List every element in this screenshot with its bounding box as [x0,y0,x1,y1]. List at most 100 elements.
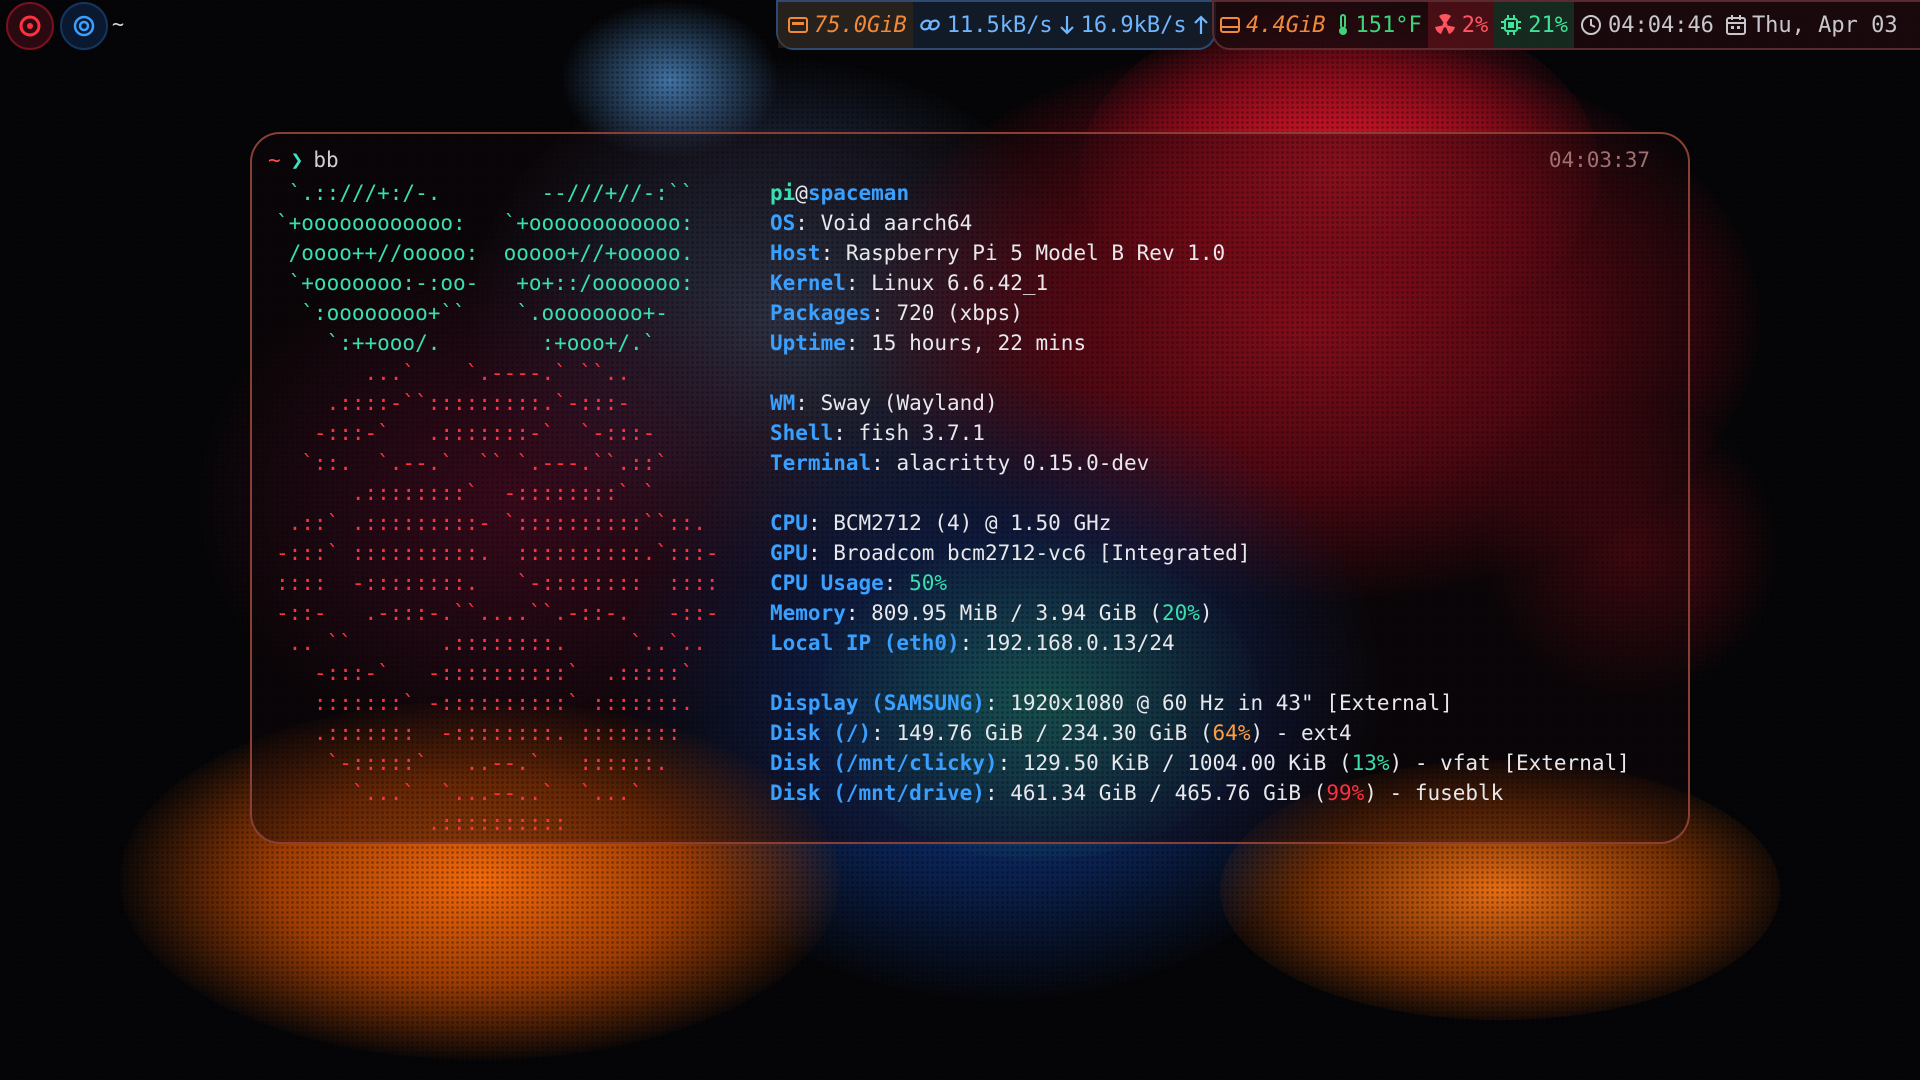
info-value-tail: ) - fuseblk [1364,781,1504,805]
info-key: Display (SAMSUNG) [770,691,985,715]
info-row-disk-root: Disk (/): 149.76 GiB / 234.30 GiB (64%) … [770,721,1352,745]
calendar-icon [1725,14,1746,36]
date-widget[interactable]: Thu, Apr 03 [1720,2,1904,48]
info-value-tail: ) - vfat [External] [1389,751,1630,775]
ascii-logo-leaves: `.::///+:/-. --///+//-:`` `+oooooooooooo… [276,181,694,355]
cpu-chip-icon [1500,14,1522,36]
info-row-cpu: CPU: BCM2712 (4) @ 1.50 GHz [770,511,1112,535]
info-row-local-ip: Local IP (eth0): 192.168.0.13/24 [770,631,1175,655]
info-value-tail: ) - ext4 [1250,721,1352,745]
window-title: ~ [112,12,125,36]
info-value: 461.34 GiB / 465.76 GiB ( [1010,781,1327,805]
info-row-packages: Packages: 720 (xbps) [770,301,1023,325]
info-value: Linux 6.6.42_1 [871,271,1049,295]
info-percent: 13% [1351,751,1390,775]
info-key: Memory [770,601,846,625]
info-key: GPU [770,541,808,565]
clock-widget[interactable]: 04:04:46 [1574,2,1720,48]
download-arrow-icon [1059,14,1075,36]
clock-value: 04:04:46 [1607,12,1714,38]
info-key: Disk (/mnt/clicky) [770,751,998,775]
info-row-kernel: Kernel: Linux 6.6.42_1 [770,271,1049,295]
workspace-button-debian[interactable] [6,2,54,50]
info-value: 809.95 MiB / 3.94 GiB ( [871,601,1162,625]
info-value: 50% [909,571,948,595]
info-percent: 99% [1326,781,1365,805]
thermometer-icon [1337,14,1349,36]
terminal-window[interactable]: ~ ❯ bb 04:03:37 `.::///+:/-. --///+//-:`` … [250,132,1690,844]
info-row-os: OS: Void aarch64 [770,211,973,235]
info-value: Broadcom bcm2712-vc6 [Integrated] [833,541,1251,565]
info-percent: 20% [1161,601,1200,625]
disk-free-value: 75.0GiB [814,12,907,38]
radiation-icon [1434,14,1456,36]
info-key: Terminal [770,451,872,475]
info-row-wm: WM: Sway (Wayland) [770,391,998,415]
fetch-info: pi@spaceman OS: Void aarch64 Host: Raspb… [770,178,1630,808]
info-row-memory: Memory: 809.95 MiB / 3.94 GiB (20%) [770,601,1213,625]
info-value: 129.50 KiB / 1004.00 KiB ( [1022,751,1352,775]
info-value: 149.76 GiB / 234.30 GiB ( [896,721,1213,745]
info-user: pi [770,181,796,205]
status-bar: ~ 75.0GiB 11.5kB/s 16.9kB/s 4.4GiB 151°F… [0,0,1920,50]
net-up-value: 16.9kB/s [1080,12,1187,38]
system-stats-group: 75.0GiB 11.5kB/s 16.9kB/s [776,0,1216,50]
info-value: 192.168.0.13/24 [984,631,1175,655]
info-value: 15 hours, 22 mins [871,331,1087,355]
disk-free-widget[interactable]: 75.0GiB [778,2,913,48]
info-key: OS [770,211,796,235]
clock-icon [1580,14,1602,36]
memory-widget[interactable]: 4.4GiB [1214,2,1331,48]
info-key: Uptime [770,331,846,355]
info-key: Disk (/) [770,721,872,745]
info-row-display: Display (SAMSUNG): 1920x1080 @ 60 Hz in … [770,691,1453,715]
info-at: @ [795,181,808,205]
shell-prompt: ~ ❯ bb [268,148,339,172]
info-row-terminal: Terminal: alacritty 0.15.0-dev [770,451,1150,475]
workspace-button-chrome[interactable] [60,2,108,50]
prompt-timestamp: 04:03:37 [1548,148,1650,172]
info-row-shell: Shell: fish 3.7.1 [770,421,985,445]
info-row-uptime: Uptime: 15 hours, 22 mins [770,331,1087,355]
info-value: BCM2712 (4) @ 1.50 GHz [833,511,1112,535]
memory-value: 4.4GiB [1246,12,1326,38]
swap-value: 2% [1461,12,1489,38]
temperature-widget[interactable]: 151°F [1331,2,1427,48]
info-title: pi@spaceman [770,178,1630,208]
info-key: CPU Usage [770,571,884,595]
info-key: Packages [770,301,872,325]
date-value: Thu, Apr 03 [1751,12,1898,38]
chrome-icon [72,14,96,38]
info-value: 1920x1080 @ 60 Hz in 43" [External] [1010,691,1453,715]
swap-widget[interactable]: 2% [1427,2,1495,48]
info-key: WM [770,391,796,415]
distro-ascii-logo: `.::///+:/-. --///+//-:`` `+oooooooooooo… [276,178,719,838]
info-row-disk-drive: Disk (/mnt/drive): 461.34 GiB / 465.76 G… [770,781,1504,805]
info-value: 720 (xbps) [896,301,1023,325]
info-hostname: spaceman [807,181,910,205]
network-widget[interactable]: 11.5kB/s 16.9kB/s [913,2,1215,48]
cpu-widget[interactable]: 21% [1494,2,1574,48]
info-row-cpu-usage: CPU Usage: 50% [770,571,948,595]
info-key: CPU [770,511,808,535]
info-value: fish 3.7.1 [858,421,985,445]
info-value: Sway (Wayland) [820,391,998,415]
info-row-disk-clicky: Disk (/mnt/clicky): 129.50 KiB / 1004.00… [770,751,1630,775]
upload-arrow-icon [1193,14,1209,36]
info-value: Void aarch64 [820,211,973,235]
debian-icon [18,14,42,38]
system-stats-group-2: 4.4GiB 151°F 2% 21% 04:04:46 Thu, Apr 03 [1212,0,1920,50]
info-row-host: Host: Raspberry Pi 5 Model B Rev 1.0 [770,241,1226,265]
memory-icon [1220,16,1240,34]
temperature-value: 151°F [1355,12,1422,38]
hdd-icon [788,16,808,34]
info-value: Raspberry Pi 5 Model B Rev 1.0 [845,241,1226,265]
prompt-command: bb [313,148,339,172]
prompt-arrow-icon: ❯ [290,148,304,172]
info-key: Disk (/mnt/drive) [770,781,985,805]
info-key: Shell [770,421,834,445]
ascii-logo-berry: ...` `.----.` ``.. .::::-``:::::::::.`-:… [276,361,719,835]
info-key: Host [770,241,821,265]
info-value: alacritty 0.15.0-dev [896,451,1150,475]
info-value-tail: ) [1199,601,1213,625]
